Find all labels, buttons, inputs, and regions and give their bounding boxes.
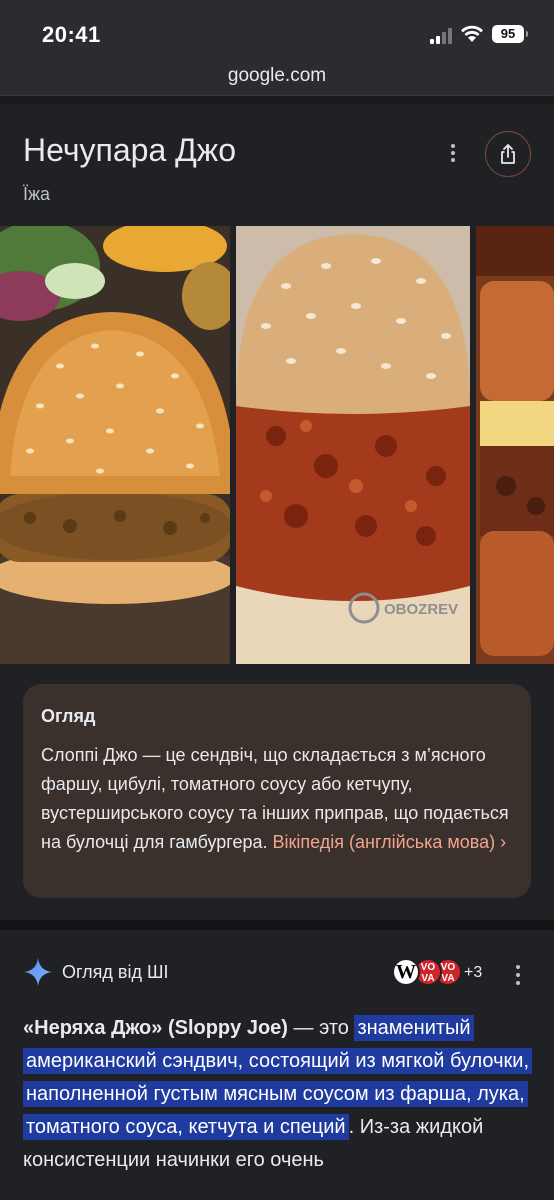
wikipedia-link[interactable]: Вікіпедія (англійська мова) › bbox=[273, 832, 507, 852]
ai-lead: «Неряха Джо» (Sloppy Joe) bbox=[23, 1017, 288, 1039]
ai-overview: Огляд від ШІ W VO VA VO VA +3 «Неряха Дж… bbox=[0, 930, 554, 1200]
wikipedia-source-icon[interactable]: W bbox=[392, 958, 420, 986]
entity-category: Їжа bbox=[23, 184, 51, 204]
status-time: 20:41 bbox=[42, 22, 101, 47]
ai-dash: — это bbox=[287, 1017, 355, 1039]
more-sources-count[interactable]: +3 bbox=[464, 964, 482, 982]
separator bbox=[0, 96, 554, 104]
battery-indicator: 95 bbox=[492, 25, 528, 43]
more-options-icon[interactable] bbox=[440, 140, 466, 166]
gemini-sparkle-icon bbox=[24, 958, 52, 986]
ai-overview-text: «Неряха Джо» (Sloppy Joe) — это знаменит… bbox=[23, 1012, 533, 1177]
share-icon bbox=[501, 144, 515, 164]
share-button[interactable] bbox=[485, 131, 531, 177]
cellular-signal-icon bbox=[430, 28, 454, 44]
address-bar[interactable]: google.com bbox=[0, 60, 554, 96]
overview-card: Огляд Слоппі Джо — це сендвіч, що склада… bbox=[23, 684, 531, 898]
ai-overview-label: Огляд від ШІ bbox=[62, 962, 169, 982]
section-divider bbox=[0, 920, 554, 930]
more-options-icon[interactable] bbox=[506, 962, 530, 988]
page-title: Нечупара Джо bbox=[23, 132, 236, 168]
watermark-text: OBOZREV bbox=[384, 601, 458, 618]
wifi-icon bbox=[461, 25, 483, 42]
sloppy-joe-sandwich-photo[interactable]: OBOZREV bbox=[236, 226, 470, 664]
chevron-right-icon: › bbox=[500, 832, 507, 852]
overview-heading: Огляд bbox=[41, 706, 96, 726]
status-bar: 20:41 95 bbox=[0, 0, 554, 60]
sandwich-photo-partial[interactable] bbox=[476, 226, 554, 664]
overview-description: Слоппі Джо — це сендвіч, що складається … bbox=[41, 741, 513, 857]
url-text[interactable]: google.com bbox=[0, 60, 554, 92]
knowledge-panel: Нечупара Джо Їжа OBOZREV Огляд Слоппі Дж… bbox=[0, 104, 554, 920]
sloppy-joe-burger-photo[interactable] bbox=[0, 226, 230, 664]
wikipedia-link-label[interactable]: Вікіпедія (англійська мова) bbox=[273, 832, 496, 852]
